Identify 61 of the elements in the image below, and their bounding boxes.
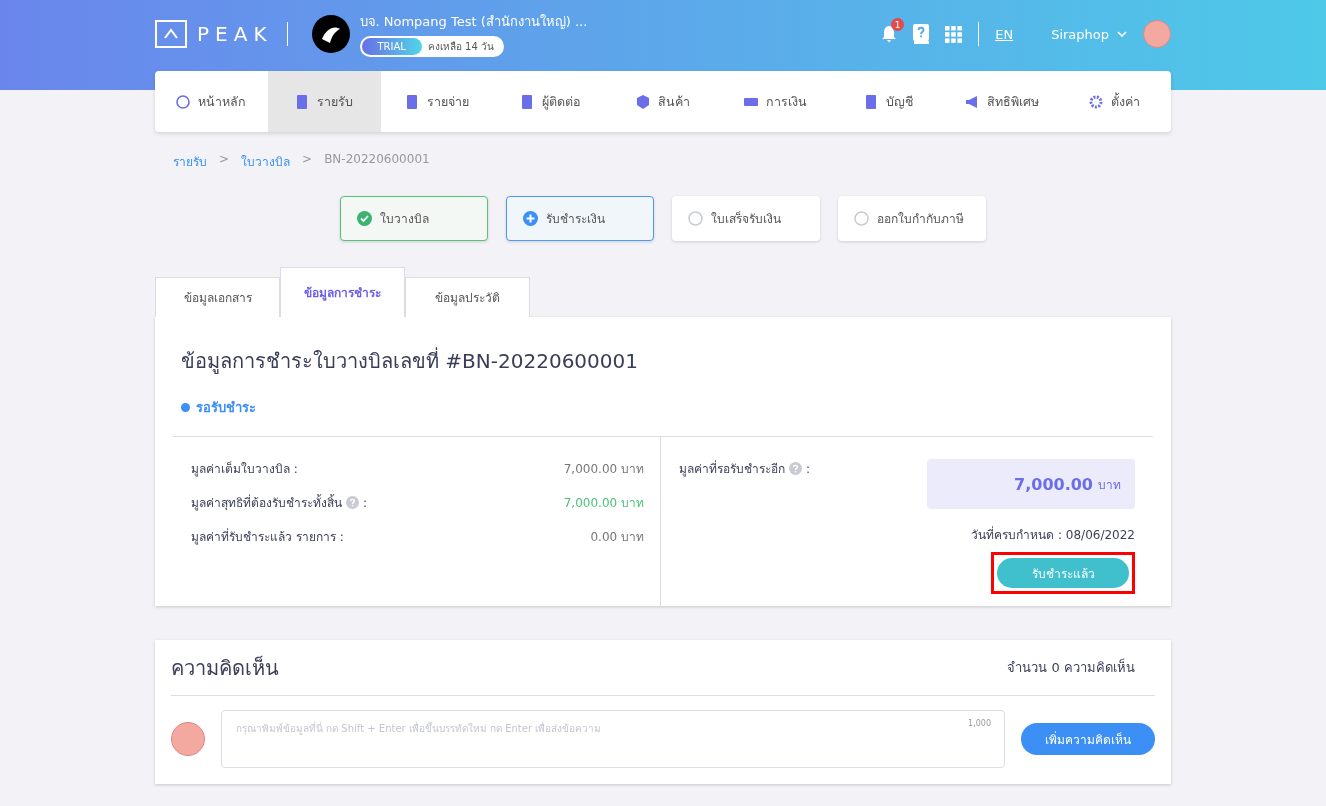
char-limit: 1,000: [968, 719, 991, 728]
check-circle-icon: [357, 211, 372, 226]
colon: :: [363, 495, 368, 510]
step-card[interactable]: ออกใบกำกับภาษี: [838, 196, 986, 241]
amount-label: มูลค่าเต็มใบวางบิล :: [191, 460, 298, 478]
nav-item[interactable]: รายรับ: [267, 71, 381, 132]
empty-circle-icon: [854, 211, 869, 226]
amount-value: 0.00 บาท: [590, 529, 644, 546]
step-card[interactable]: ใบวางบิล: [340, 196, 488, 241]
amount-value: 7,000.00 บาท: [563, 495, 644, 512]
breadcrumb-separator: >: [219, 152, 230, 168]
outstanding-label: มูลค่าที่รอรับชำระอีก: [679, 459, 785, 478]
amount-label: มูลค่าที่รับชำระแล้ว รายการ :: [191, 527, 344, 546]
gear-icon: [1089, 94, 1104, 109]
help-icon[interactable]: [346, 496, 359, 509]
currency-unit: บาท: [1098, 476, 1121, 494]
box-icon: [636, 94, 650, 109]
megaphone-icon: [964, 94, 979, 109]
step-card[interactable]: ใบเสร็จรับเงิน: [672, 196, 820, 241]
comments-title: ความคิดเห็น: [171, 654, 279, 682]
apps-grid-icon[interactable]: [945, 25, 963, 43]
comments-count: จำนวน 0 ความคิดเห็น: [1007, 657, 1135, 677]
plus-circle-icon: [523, 211, 538, 226]
nav-item[interactable]: การเงิน: [719, 71, 833, 132]
breadcrumb-current: BN-20220600001: [324, 152, 430, 168]
status-label: รอรับชำระ: [196, 399, 256, 417]
step-label: รับชำระเงิน: [546, 211, 605, 228]
step-label: ใบวางบิล: [380, 211, 429, 228]
payment-title: ข้อมูลการชำระใบวางบิลเลขที่ #BN-20220600001: [181, 346, 639, 376]
logo-icon: [155, 20, 187, 48]
nav-item[interactable]: สิทธิพิเศษ: [945, 71, 1059, 132]
help-icon[interactable]: [789, 462, 802, 475]
company-logo-icon: [311, 15, 350, 53]
colon: :: [806, 461, 811, 476]
empty-circle-icon: [688, 211, 703, 226]
outstanding-amount: 7,000.00: [1014, 474, 1093, 494]
step-label: ออกใบกำกับภาษี: [877, 211, 964, 228]
due-date: วันที่ครบกำหนด : 08/06/2022: [971, 525, 1135, 544]
help-book-icon[interactable]: [913, 24, 930, 44]
trial-badge: TRIAL: [361, 38, 422, 55]
user-avatar[interactable]: [1143, 20, 1171, 48]
nav-item[interactable]: หน้าหลัก: [155, 71, 268, 132]
nav-item[interactable]: ตั้งค่า: [1058, 71, 1171, 132]
step-card[interactable]: รับชำระเงิน: [506, 196, 654, 241]
chevron-down-icon[interactable]: [1117, 30, 1127, 38]
nav-item[interactable]: รายจ่าย: [380, 71, 494, 132]
step-label: ใบเสร็จรับเงิน: [711, 210, 781, 228]
nav-item[interactable]: บัญชี: [832, 71, 946, 132]
tab[interactable]: ข้อมูลประวัติ: [405, 277, 530, 317]
logo-text: PEAK: [197, 22, 273, 46]
user-avatar: [171, 722, 205, 756]
amount-label: มูลค่าสุทธิที่ต้องรับชำระทั้งสิ้น: [191, 493, 342, 512]
trial-remaining: คงเหลือ 14 วัน: [426, 40, 495, 54]
nav-item[interactable]: สินค้า: [606, 71, 720, 132]
tab[interactable]: ข้อมูลการชำระ: [280, 267, 405, 317]
breadcrumb-separator: >: [302, 152, 313, 168]
amount-value: 7,000.00 บาท: [563, 461, 644, 478]
notification-badge: 1: [891, 18, 905, 31]
tab[interactable]: ข้อมูลเอกสาร: [155, 277, 280, 317]
nav-item[interactable]: ผู้ติดต่อ: [493, 71, 607, 132]
status-dot: [181, 403, 190, 412]
